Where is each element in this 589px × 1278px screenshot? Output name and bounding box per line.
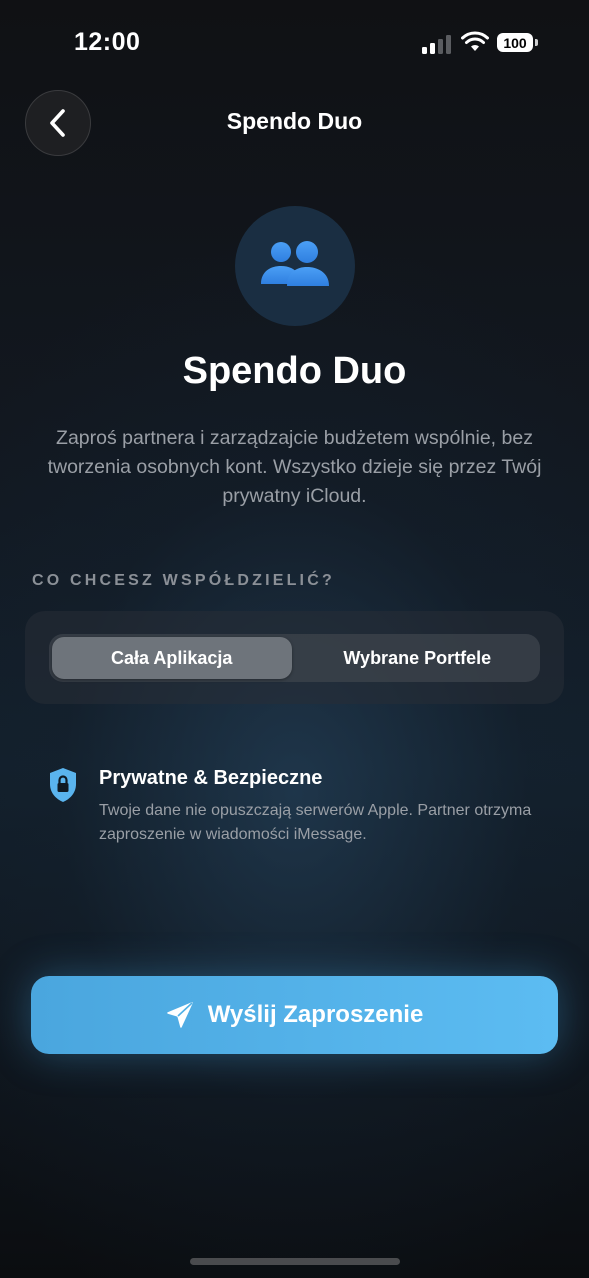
cellular-signal-icon [422,35,451,54]
hero-title: Spendo Duo [182,350,407,392]
share-options-card: Cała Aplikacja Wybrane Portfele [25,611,564,704]
hero-description: Zaproś partnera i zarządzajcie budżetem … [47,427,542,507]
send-invitation-label: Wyślij Zaproszenie [207,1001,424,1028]
battery-level: 100 [497,33,533,52]
segment-whole-app[interactable]: Cała Aplikacja [52,637,292,679]
paper-plane-icon [166,1002,193,1028]
send-invitation-button[interactable]: Wyślij Zaproszenie [31,976,558,1054]
wifi-icon [461,31,489,51]
privacy-body: Twoje dane nie opuszczają serwerów Apple… [99,802,532,843]
privacy-title: Prywatne & Bezpieczne [99,767,323,789]
status-bar: 12:00 100 [0,0,589,90]
nav-title: Spendo Duo [226,108,363,134]
share-scope-segmented-control: Cała Aplikacja Wybrane Portfele [49,634,540,682]
segment-selected-wallets[interactable]: Wybrane Portfele [298,637,538,679]
home-indicator[interactable] [190,1258,400,1265]
hero-avatar [235,206,355,326]
battery-icon: 100 [497,33,539,54]
lock-shield-icon [50,768,76,802]
section-label: CO CHCESZ WSPÓŁDZIELIĆ? [32,572,335,589]
people-icon [261,241,329,286]
status-time: 12:00 [74,28,141,56]
